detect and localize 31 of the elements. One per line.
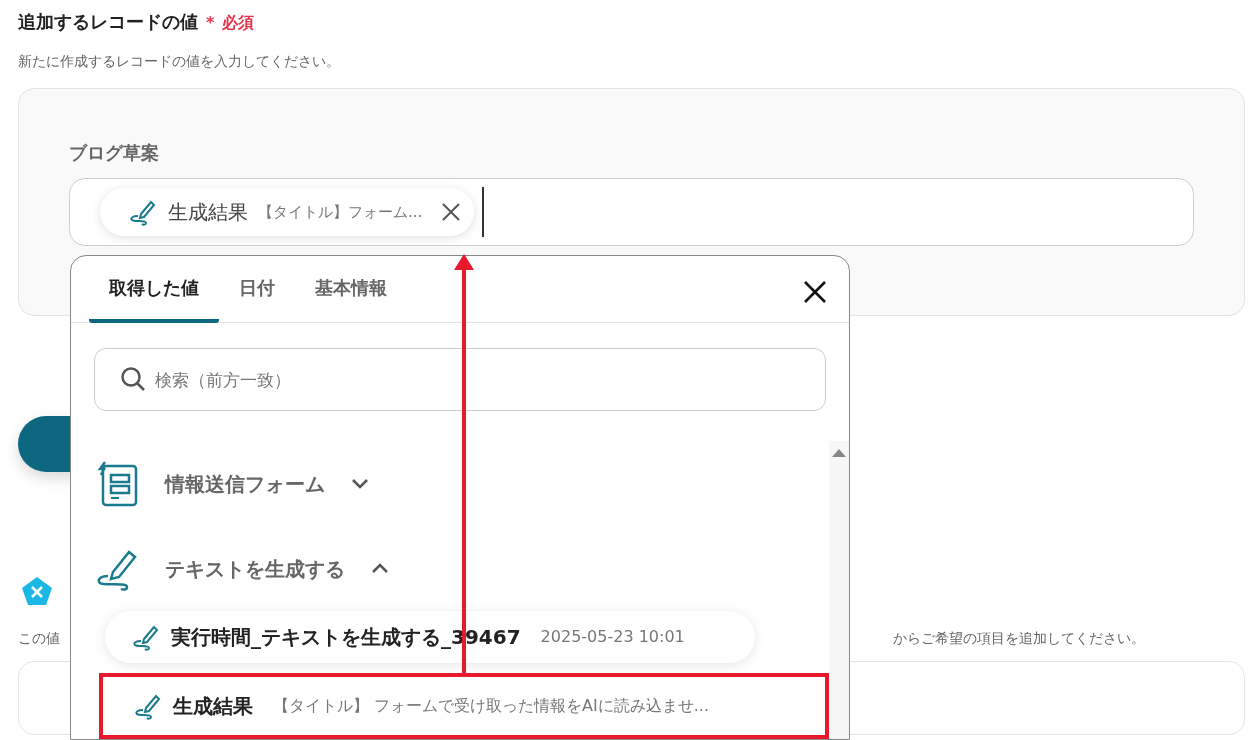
chevron-up-icon[interactable] <box>371 562 389 575</box>
text-cursor <box>482 187 485 237</box>
scrollbar[interactable] <box>829 441 849 739</box>
chip-title: 生成結果 <box>168 199 248 226</box>
field-label: ブログ草案 <box>69 141 160 165</box>
tab[interactable]: 取得した値 <box>89 274 219 323</box>
option-detail: 2025-05-23 10:01 <box>540 626 685 648</box>
chevron-down-icon[interactable] <box>351 477 369 490</box>
option-detail: 【タイトル】 フォームで受け取った情報をAIに読み込ませ... <box>273 695 709 717</box>
required-asterisk: * <box>206 12 215 34</box>
value-option[interactable]: 生成結果 【タイトル】 フォームで受け取った情報をAIに読み込ませ... <box>99 673 829 739</box>
search-field[interactable]: 検索（前方一致） <box>94 348 826 411</box>
remove-icon[interactable] <box>440 201 463 223</box>
option-title: 生成結果 <box>173 693 253 720</box>
search-icon <box>120 366 146 392</box>
value-chip[interactable]: 生成結果 【タイトル】フォーム... <box>100 188 475 236</box>
form-icon <box>97 460 139 507</box>
group-title[interactable]: テキストを生成する <box>165 553 345 584</box>
group-title[interactable]: 情報送信フォーム <box>165 468 325 499</box>
tab[interactable]: 基本情報 <box>295 274 407 323</box>
scroll-up-icon[interactable] <box>832 449 846 457</box>
description-text: からご希望の項目を追加してください。 <box>893 629 1145 648</box>
description-text: この値 <box>18 629 60 648</box>
pentagon-logo-icon <box>21 576 53 606</box>
tab[interactable]: 日付 <box>219 274 295 323</box>
section-description: 新たに作成するレコードの値を入力してください。 <box>18 52 341 71</box>
close-icon[interactable] <box>803 280 827 304</box>
required-label: 必須 <box>222 12 255 34</box>
section-title: 追加するレコードの値 <box>18 10 198 34</box>
value-input-field[interactable]: 生成結果 【タイトル】フォーム... <box>69 178 1194 246</box>
chip-detail: 【タイトル】フォーム... <box>258 201 423 223</box>
